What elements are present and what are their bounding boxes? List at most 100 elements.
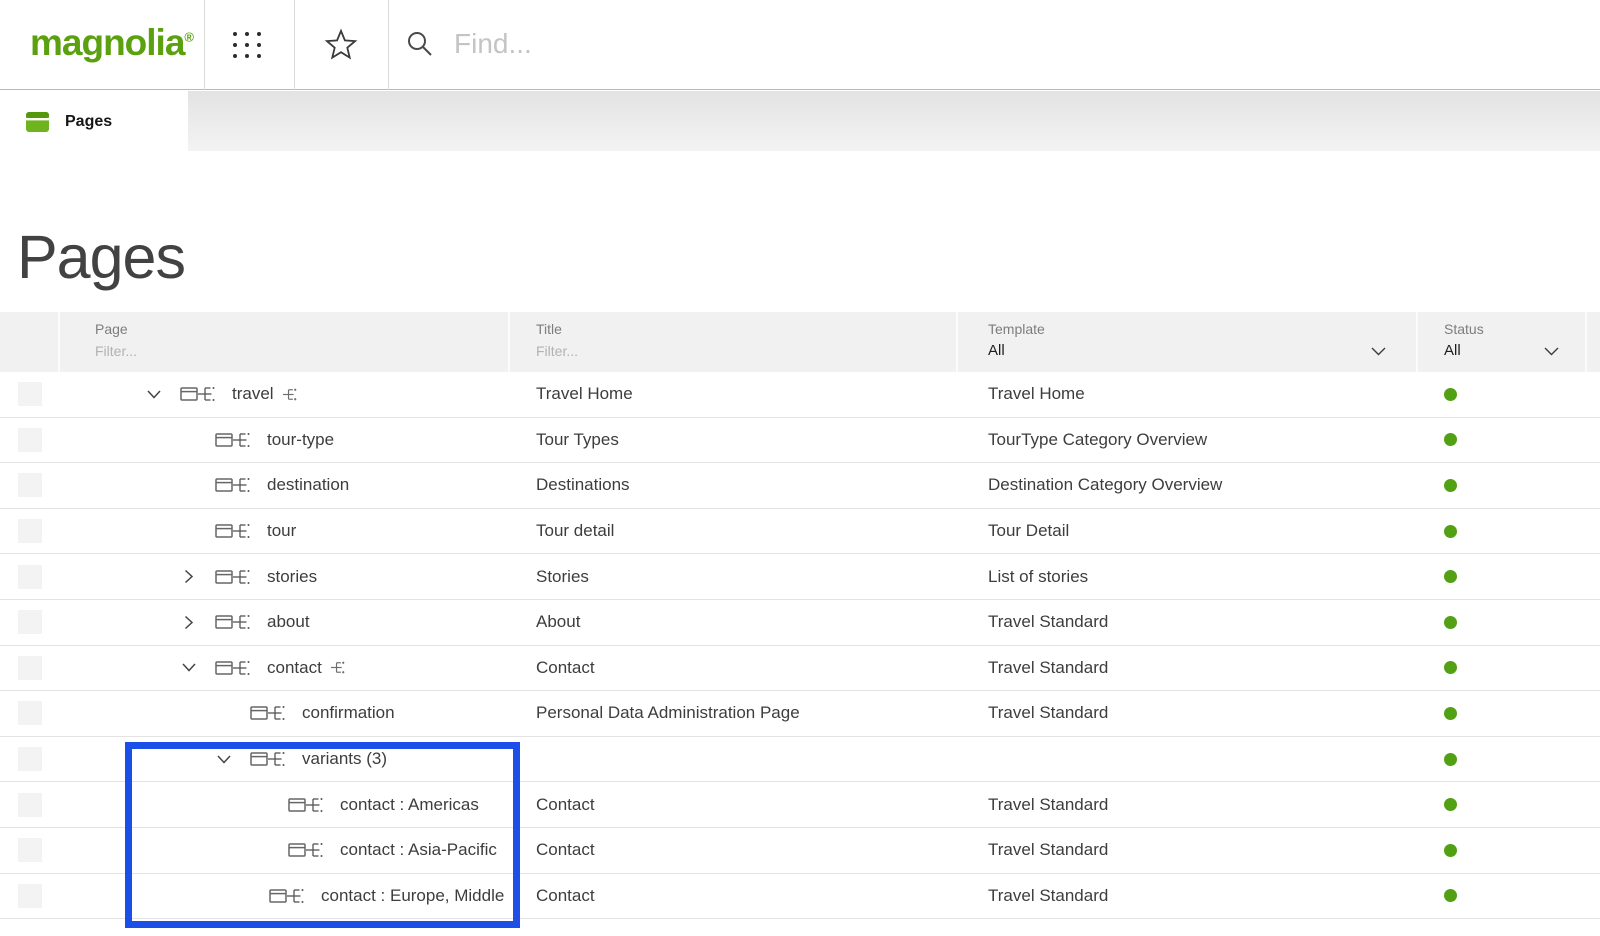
table-row[interactable]: stories Stories List of stories: [0, 554, 1600, 600]
page-title-cell: About: [510, 600, 958, 645]
tree-cell: contact : Americas: [60, 782, 510, 827]
page-name: contact: [267, 658, 322, 678]
page-name: contact : Americas: [340, 795, 479, 815]
table-row[interactable]: travel Travel Home Travel Home: [0, 372, 1600, 418]
page-title-cell: Contact: [510, 828, 958, 873]
header-title-column[interactable]: Title Filter...: [510, 312, 958, 372]
page-name: travel: [232, 384, 274, 404]
row-checkbox[interactable]: [18, 519, 42, 543]
table-row[interactable]: about About Travel Standard: [0, 600, 1600, 646]
tree-cell: confirmation: [60, 691, 510, 736]
table-row[interactable]: tour Tour detail Tour Detail: [0, 509, 1600, 555]
magnolia-logo[interactable]: magnolia®: [30, 22, 193, 64]
page-name: about: [267, 612, 310, 632]
header-template-column[interactable]: Template All: [958, 312, 1418, 372]
row-checkbox[interactable]: [18, 884, 42, 908]
header-spacer-column: [1587, 312, 1600, 372]
chevron-down-icon[interactable]: [1544, 347, 1559, 356]
table-header: Page Filter... Title Filter... Template …: [0, 312, 1600, 372]
tree-cell: destination: [60, 463, 510, 508]
page-template-cell: Destination Category Overview: [958, 463, 1418, 508]
expand-chevron-icon[interactable]: [138, 390, 180, 399]
tree-cell: variants (3): [60, 737, 510, 782]
variants-badge-icon: [331, 661, 346, 674]
page-template-cell: Travel Standard: [958, 782, 1418, 827]
row-checkbox[interactable]: [18, 793, 42, 817]
tab-pages[interactable]: Pages: [0, 91, 188, 152]
expand-chevron-icon[interactable]: [173, 618, 215, 627]
page-icon: [215, 478, 233, 492]
row-checkbox[interactable]: [18, 656, 42, 680]
header-status-column[interactable]: Status All: [1418, 312, 1587, 372]
title-filter-input[interactable]: Filter...: [536, 343, 956, 359]
page-icon: [269, 889, 287, 903]
header-divider: [388, 0, 389, 90]
registered-mark: ®: [184, 30, 193, 45]
page-template-cell: Travel Home: [958, 372, 1418, 417]
page-icon: [215, 570, 233, 584]
status-dot: [1444, 570, 1457, 583]
expand-chevron-icon[interactable]: [173, 663, 215, 672]
table-row[interactable]: tour-type Tour Types TourType Category O…: [0, 418, 1600, 464]
table-row[interactable]: destination Destinations Destination Cat…: [0, 463, 1600, 509]
template-filter-select[interactable]: All: [988, 342, 1416, 359]
expand-chevron-icon[interactable]: [173, 572, 215, 581]
page-icon: [288, 843, 306, 857]
table-row[interactable]: variants (3): [0, 737, 1600, 783]
page-template-cell: Tour Detail: [958, 509, 1418, 554]
favorites-star-icon[interactable]: [323, 27, 359, 68]
page-filter-input[interactable]: Filter...: [95, 343, 508, 359]
tree-cell: contact: [60, 646, 510, 691]
variants-icon: [306, 797, 325, 813]
status-dot: [1444, 753, 1457, 766]
row-checkbox[interactable]: [18, 382, 42, 406]
variants-icon: [233, 614, 252, 630]
status-dot: [1444, 525, 1457, 538]
expand-chevron-icon[interactable]: [208, 709, 250, 718]
page-name: variants (3): [302, 749, 387, 769]
table-row[interactable]: contact : Europe, Middle East & A Contac…: [0, 874, 1600, 920]
header-page-column[interactable]: Page Filter...: [60, 312, 510, 372]
tab-strip: Pages: [0, 91, 1600, 151]
expand-chevron-icon[interactable]: [173, 481, 215, 490]
page-template-cell: Travel Standard: [958, 600, 1418, 645]
expand-chevron-icon[interactable]: [173, 435, 215, 444]
page-name: tour: [267, 521, 296, 541]
status-dot: [1444, 798, 1457, 811]
page-title-cell: Contact: [510, 646, 958, 691]
page-template-cell: List of stories: [958, 554, 1418, 599]
variants-icon: [287, 888, 306, 904]
expand-chevron-icon[interactable]: [246, 846, 288, 855]
page-icon: [215, 661, 233, 675]
expand-chevron-icon[interactable]: [246, 891, 269, 900]
expand-chevron-icon[interactable]: [246, 800, 288, 809]
expand-chevron-icon[interactable]: [173, 527, 215, 536]
expand-chevron-icon[interactable]: [208, 755, 250, 764]
table-row[interactable]: confirmation Personal Data Administratio…: [0, 691, 1600, 737]
page-title-cell: [510, 737, 958, 782]
row-checkbox[interactable]: [18, 747, 42, 771]
pages-tree-table: Page Filter... Title Filter... Template …: [0, 312, 1600, 919]
status-filter-select[interactable]: All: [1444, 342, 1585, 359]
table-row[interactable]: contact : Americas Contact Travel Standa…: [0, 782, 1600, 828]
status-dot: [1444, 616, 1457, 629]
app-launcher-icon[interactable]: [229, 28, 265, 62]
chevron-down-icon[interactable]: [1371, 347, 1386, 356]
find-search-field[interactable]: Find...: [404, 28, 532, 60]
row-checkbox[interactable]: [18, 838, 42, 862]
page-icon: [250, 752, 268, 766]
page-icon: [180, 387, 198, 401]
table-row[interactable]: contact Contact Travel Standard: [0, 646, 1600, 692]
table-row[interactable]: contact : Asia-Pacific Contact Travel St…: [0, 828, 1600, 874]
search-icon: [404, 28, 436, 60]
page-title-cell: Personal Data Administration Page: [510, 691, 958, 736]
row-checkbox[interactable]: [18, 565, 42, 589]
page-icon: [215, 615, 233, 629]
row-checkbox[interactable]: [18, 610, 42, 634]
row-checkbox[interactable]: [18, 473, 42, 497]
row-checkbox[interactable]: [18, 428, 42, 452]
status-dot: [1444, 433, 1457, 446]
row-checkbox[interactable]: [18, 701, 42, 725]
page-name: confirmation: [302, 703, 395, 723]
header-divider: [204, 0, 205, 90]
